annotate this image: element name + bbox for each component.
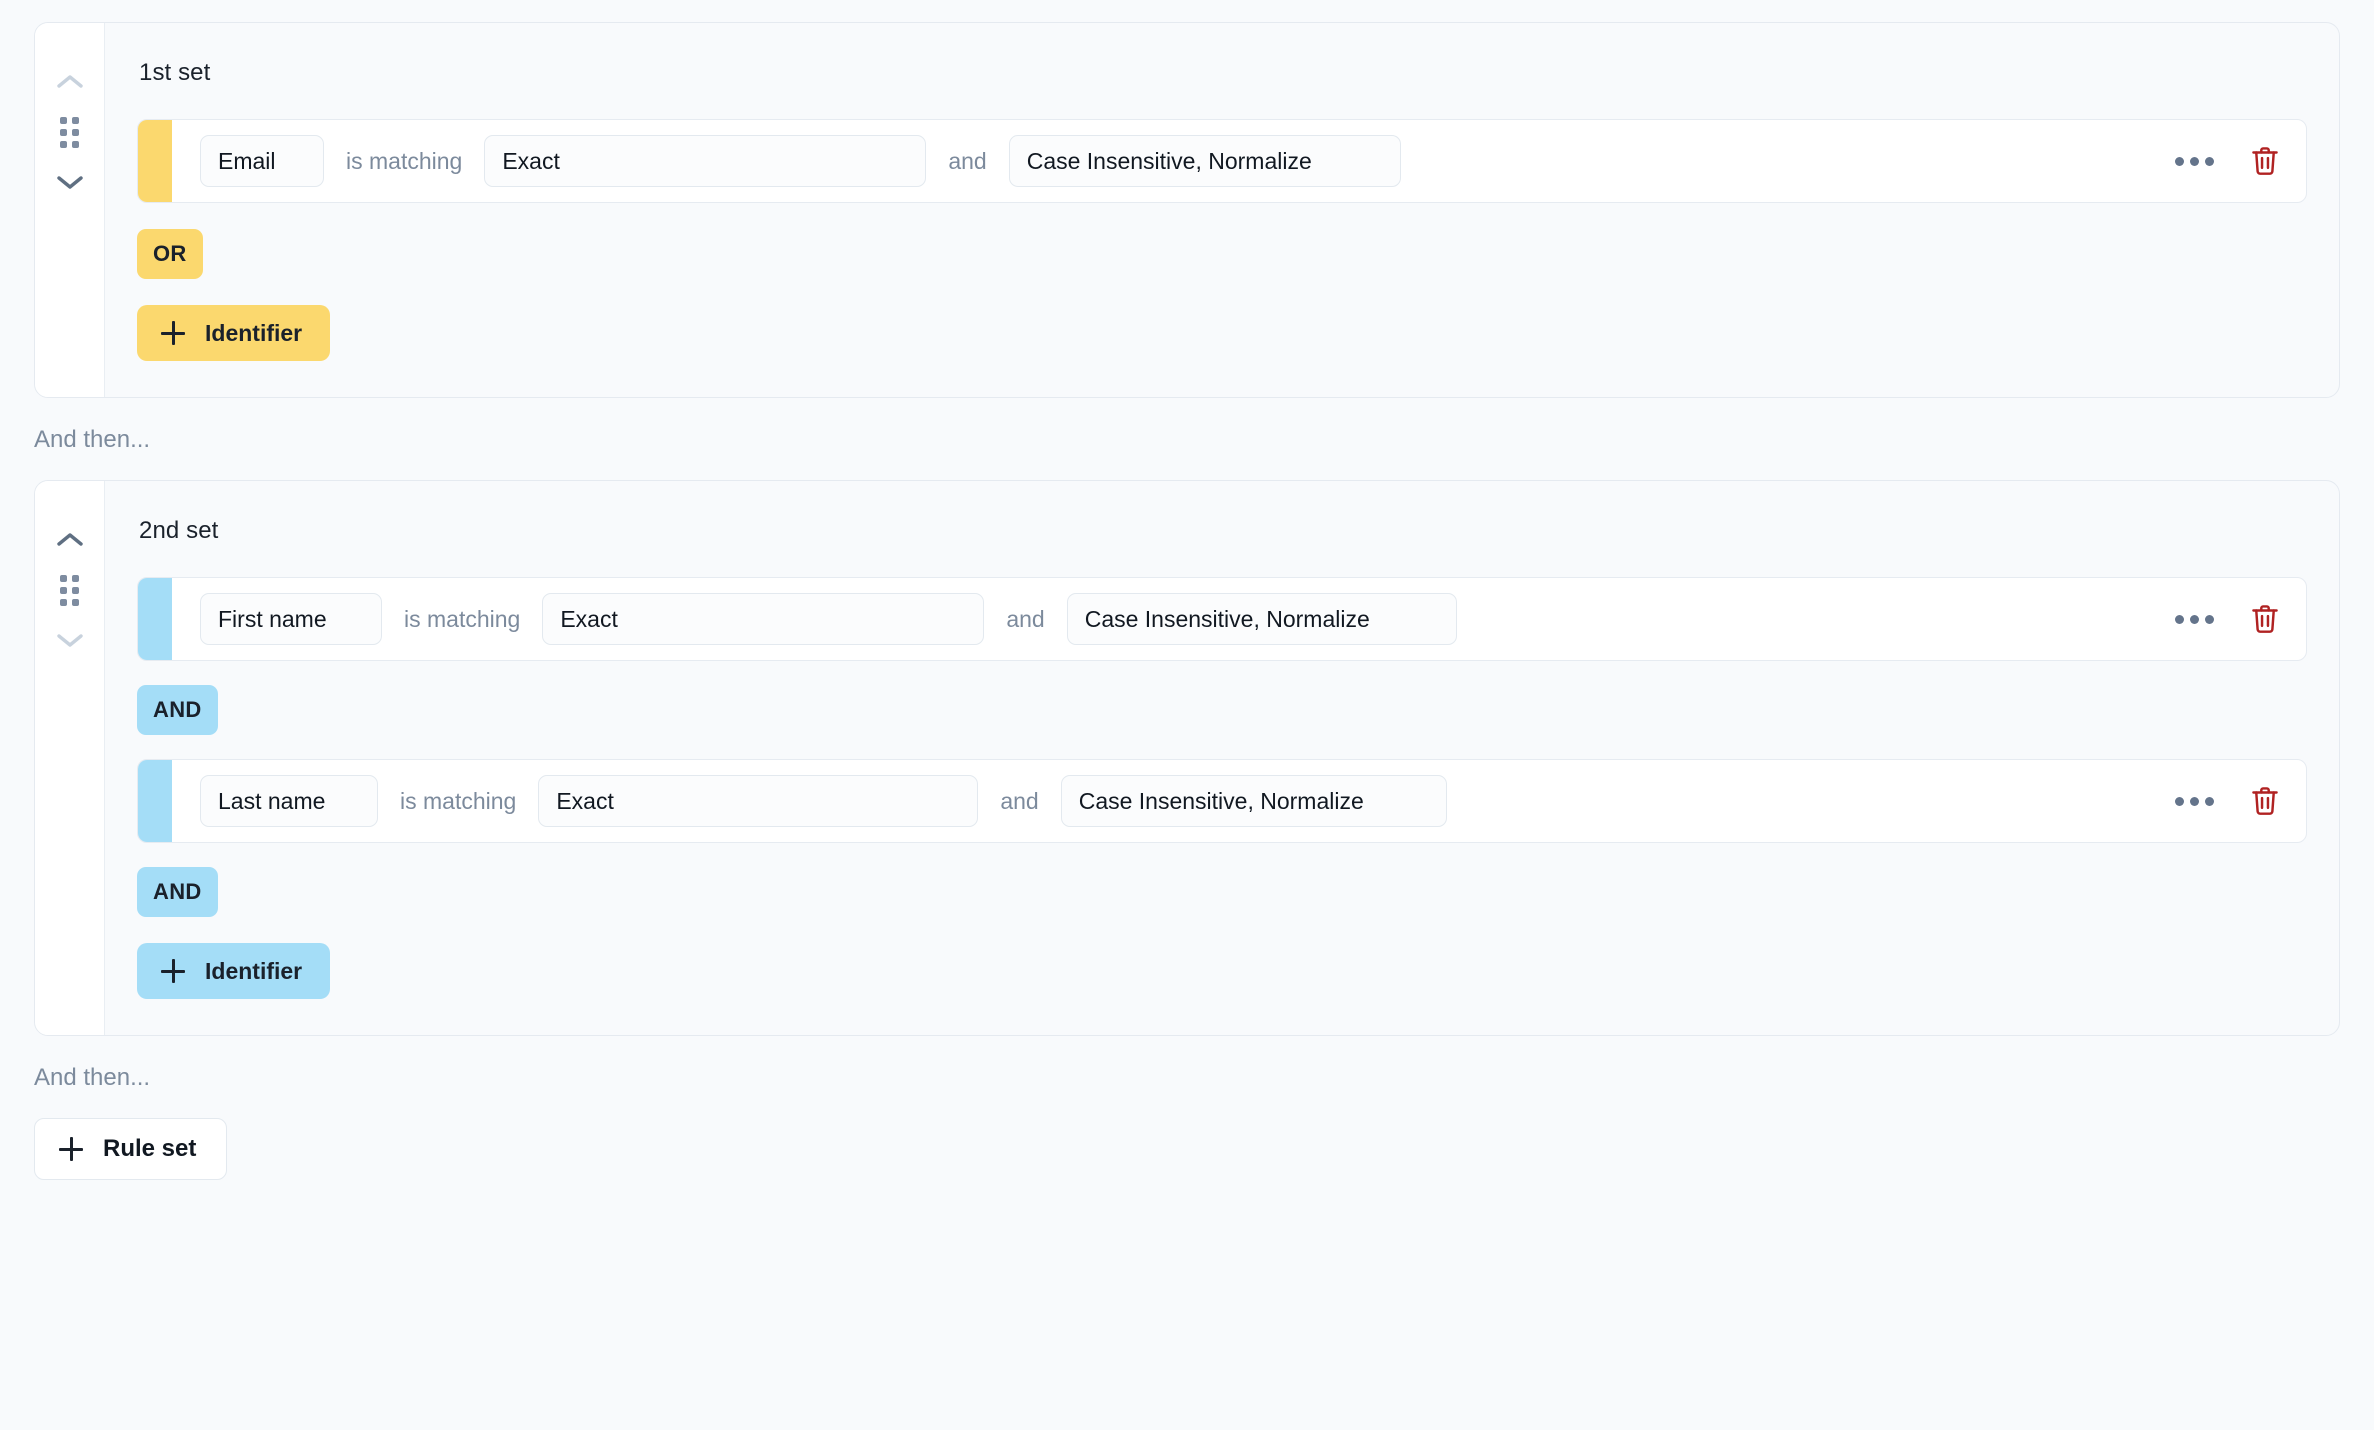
rule-row: Last name is matching Exact and Case Ins… <box>137 759 2307 843</box>
more-options-icon[interactable] <box>2173 151 2216 172</box>
plus-icon <box>161 321 185 345</box>
add-rule-set-button[interactable]: Rule set <box>34 1118 228 1180</box>
normalization-select[interactable]: Case Insensitive, Normalize <box>1008 135 1401 187</box>
rule-row-actions <box>2143 785 2280 817</box>
trash-icon[interactable] <box>2250 145 2280 177</box>
match-type-select[interactable]: Exact <box>484 135 927 187</box>
joiner-label: and <box>1006 605 1045 632</box>
match-type-select[interactable]: Exact <box>542 593 985 645</box>
move-down-icon[interactable] <box>53 629 87 651</box>
rule-set-1-title: 1st set <box>139 59 211 86</box>
rule-set-card-1: 1st set Email is matching Exact and Case… <box>34 22 2340 398</box>
attribute-select[interactable]: First name <box>200 593 382 645</box>
plus-icon <box>161 959 185 983</box>
and-then-separator-2: And then... <box>34 1064 151 1091</box>
normalization-select[interactable]: Case Insensitive, Normalize <box>1060 775 1447 827</box>
rule-row: Email is matching Exact and Case Insensi… <box>137 119 2307 203</box>
rule-row-content: Last name is matching Exact and Case Ins… <box>172 760 2306 842</box>
operator-label: is matching <box>346 147 463 174</box>
rule-set-1-reorder-column <box>35 23 105 397</box>
rule-row-content: First name is matching Exact and Case In… <box>172 578 2306 660</box>
add-identifier-label: Identifier <box>205 957 303 984</box>
more-options-icon[interactable] <box>2173 609 2216 630</box>
logic-operator-badge[interactable]: AND <box>137 685 218 735</box>
rule-row-actions <box>2143 603 2280 635</box>
rule-row: First name is matching Exact and Case In… <box>137 577 2307 661</box>
move-down-icon[interactable] <box>53 171 87 193</box>
drag-handle-icon[interactable] <box>60 573 80 607</box>
add-identifier-button[interactable]: Identifier <box>137 943 331 999</box>
trash-icon[interactable] <box>2250 603 2280 635</box>
move-up-icon[interactable] <box>53 529 87 551</box>
rule-accent-bar <box>138 760 172 842</box>
rule-set-2-title: 2nd set <box>139 517 219 544</box>
add-rule-set-label: Rule set <box>103 1135 197 1162</box>
rule-row-content: Email is matching Exact and Case Insensi… <box>172 120 2306 202</box>
more-options-icon[interactable] <box>2173 791 2216 812</box>
attribute-select[interactable]: Email <box>200 135 324 187</box>
match-type-select[interactable]: Exact <box>538 775 979 827</box>
rule-set-2-body: 2nd set First name is matching Exact and… <box>105 481 2339 1035</box>
logic-operator-badge[interactable]: OR <box>137 229 203 279</box>
rule-accent-bar <box>138 120 172 202</box>
rule-builder-page: 1st set Email is matching Exact and Case… <box>0 0 2374 1430</box>
operator-label: is matching <box>400 787 517 814</box>
normalization-select[interactable]: Case Insensitive, Normalize <box>1066 593 1457 645</box>
rule-set-card-2: 2nd set First name is matching Exact and… <box>34 480 2340 1036</box>
add-identifier-button[interactable]: Identifier <box>137 305 331 361</box>
drag-handle-icon[interactable] <box>60 115 80 149</box>
joiner-label: and <box>1000 787 1039 814</box>
move-up-icon[interactable] <box>53 71 87 93</box>
rule-set-2-reorder-column <box>35 481 105 1035</box>
add-identifier-label: Identifier <box>205 319 303 346</box>
trash-icon[interactable] <box>2250 785 2280 817</box>
top-spacer <box>34 0 2340 22</box>
attribute-select[interactable]: Last name <box>200 775 378 827</box>
plus-icon <box>59 1137 83 1161</box>
joiner-label: and <box>948 147 987 174</box>
rule-accent-bar <box>138 578 172 660</box>
rule-row-actions <box>2143 145 2280 177</box>
logic-operator-badge[interactable]: AND <box>137 867 218 917</box>
operator-label: is matching <box>404 605 521 632</box>
and-then-separator-1: And then... <box>34 426 151 453</box>
rule-set-1-body: 1st set Email is matching Exact and Case… <box>105 23 2339 397</box>
